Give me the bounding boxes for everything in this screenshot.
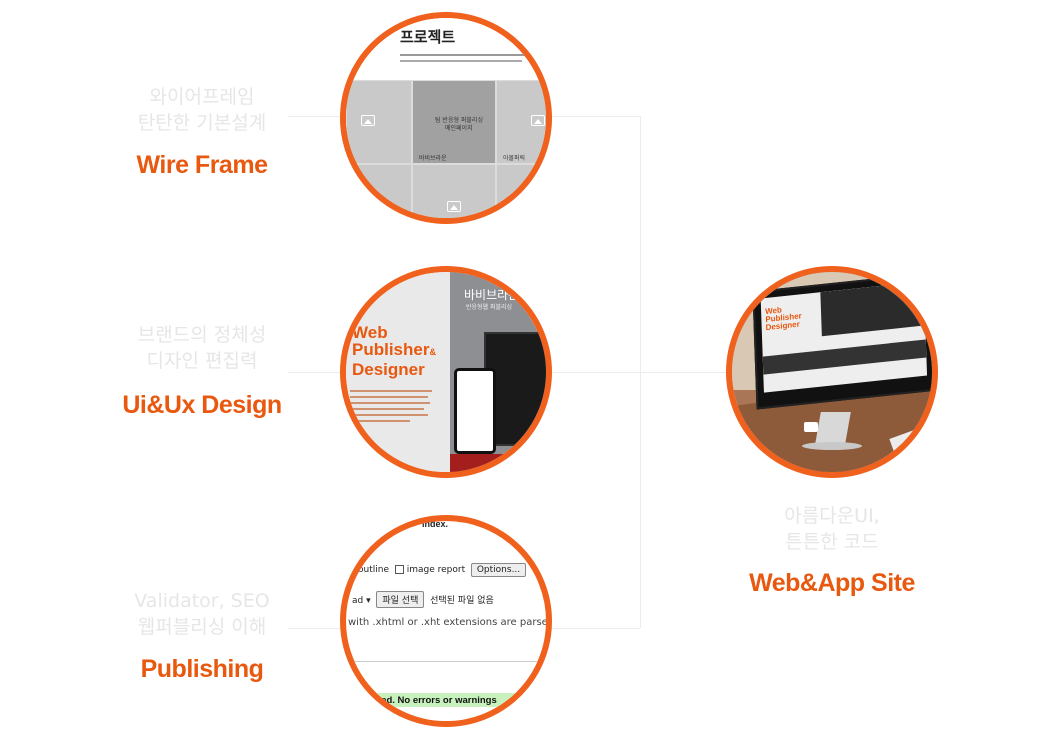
parse-note: with .xhtml or .xht extensions are parse… — [348, 617, 552, 628]
grid-cell — [346, 80, 412, 164]
caption-line: 브랜드의 정체성 — [137, 324, 267, 346]
brand-subtitle: 반응형웹 퍼블리싱 — [466, 304, 513, 311]
caption-line: 와이어프레임 — [149, 86, 255, 108]
desk-cup — [804, 422, 818, 432]
select-dropdown[interactable]: ad ▾ — [352, 596, 371, 606]
body-text-line — [350, 420, 410, 422]
file-select-button[interactable]: 파일 선택 — [376, 591, 425, 608]
webapp-title: Web&App Site — [749, 569, 915, 597]
body-text-line — [350, 408, 424, 410]
screen-headline: Web Publisher Designer — [765, 304, 802, 332]
caption-line: 튼튼한 코드 — [785, 531, 879, 553]
caption-line: Validator, SEO — [134, 590, 270, 612]
grid-cell — [496, 164, 546, 218]
connector-line — [640, 116, 641, 628]
body-text-line — [350, 414, 428, 416]
text-line — [400, 54, 530, 56]
screen-strip — [762, 339, 927, 375]
options-row: outline image report Options... — [358, 563, 527, 577]
design-screenshot-circle: Web Publisher& Designer 바비브라운 반응형웹 퍼블리싱 — [340, 266, 552, 478]
image-report-label: image report — [406, 565, 466, 575]
result-text: ted. No errors or warnings — [378, 695, 497, 706]
caption-line: 탄탄한 기본설계 — [137, 112, 267, 134]
center-sub-label: 메인페이지 — [445, 125, 473, 132]
label-right: 아몰퍼릭 — [503, 155, 526, 162]
monitor-screen: Web Publisher Designer — [760, 281, 928, 393]
wireframe-caption: 와이어프레임 탄탄한 기본설계 — [112, 84, 292, 136]
upload-row: ad ▾ 파일 선택 선택된 파일 없음 — [352, 591, 494, 608]
body-text-line — [350, 396, 428, 398]
label-left: 바비브라운 — [419, 155, 447, 162]
image-placeholder-icon — [447, 201, 461, 212]
image-placeholder-icon — [531, 115, 545, 126]
publishing-screenshot-circle: index. outline image report Options... a… — [340, 515, 552, 727]
headline-line: Publisher& — [352, 341, 436, 361]
webapp-screenshot-circle: Web Publisher Designer — [726, 266, 938, 478]
grid-cell — [412, 164, 496, 218]
dropdown-arrow-icon: ▾ — [366, 596, 371, 606]
red-base — [450, 454, 546, 472]
outline-label: outline — [358, 565, 389, 575]
headline-word: Publisher — [352, 340, 430, 359]
select-value: ad — [352, 596, 364, 606]
wireframe-title: Wire Frame — [136, 151, 268, 179]
body-text-line — [350, 402, 430, 404]
body-text-line — [350, 390, 432, 392]
screen-line: Designer — [765, 319, 800, 333]
text-line — [400, 60, 522, 62]
caption-line: 디자인 편집력 — [146, 350, 258, 372]
result-box — [346, 661, 546, 721]
image-placeholder-icon — [361, 115, 375, 126]
webapp-caption: 아름다운UI, 튼튼한 코드 — [742, 503, 922, 555]
options-button[interactable]: Options... — [470, 563, 527, 577]
brand-name: 바비브라운 — [464, 288, 520, 302]
monitor-stand — [815, 412, 851, 444]
grid-cell-featured: 팀 반응형 퍼블리싱 메인페이지 바비브라운 — [412, 80, 496, 164]
wireframe-grid: 팀 반응형 퍼블리싱 메인페이지 바비브라운 아몰퍼릭 — [346, 80, 546, 218]
publishing-caption: Validator, SEO 웹퍼블리싱 이해 — [112, 588, 292, 640]
monitor-foot — [802, 442, 862, 450]
caption-line: 아름다운UI, — [784, 505, 880, 527]
image-report-checkbox[interactable] — [394, 565, 404, 574]
design-caption: 브랜드의 정체성 디자인 편집력 — [112, 322, 292, 374]
no-file-label: 선택된 파일 없음 — [430, 596, 494, 606]
grid-cell: 아몰퍼릭 — [496, 80, 546, 164]
file-label: index. — [422, 519, 449, 529]
phone-mockup — [454, 368, 496, 454]
grid-cell — [346, 164, 412, 218]
wireframe-screenshot-circle: 프로젝트 팀 반응형 퍼블리싱 메인페이지 바비브라운 아몰퍼릭 — [340, 12, 552, 224]
screen-hero — [820, 281, 928, 337]
caption-line: 웹퍼블리싱 이해 — [137, 616, 267, 638]
headline-line: Designer — [352, 360, 425, 379]
wireframe-heading: 프로젝트 — [400, 28, 456, 46]
design-title: Ui&Ux Design — [122, 391, 282, 419]
ampersand: & — [429, 347, 436, 357]
monitor-mockup: Web Publisher Designer — [752, 272, 932, 410]
wireframe-header: 프로젝트 — [346, 18, 546, 82]
headline-line: Web — [352, 323, 388, 342]
publishing-title: Publishing — [140, 655, 264, 683]
design-headline: Web Publisher& Designer — [352, 324, 436, 378]
